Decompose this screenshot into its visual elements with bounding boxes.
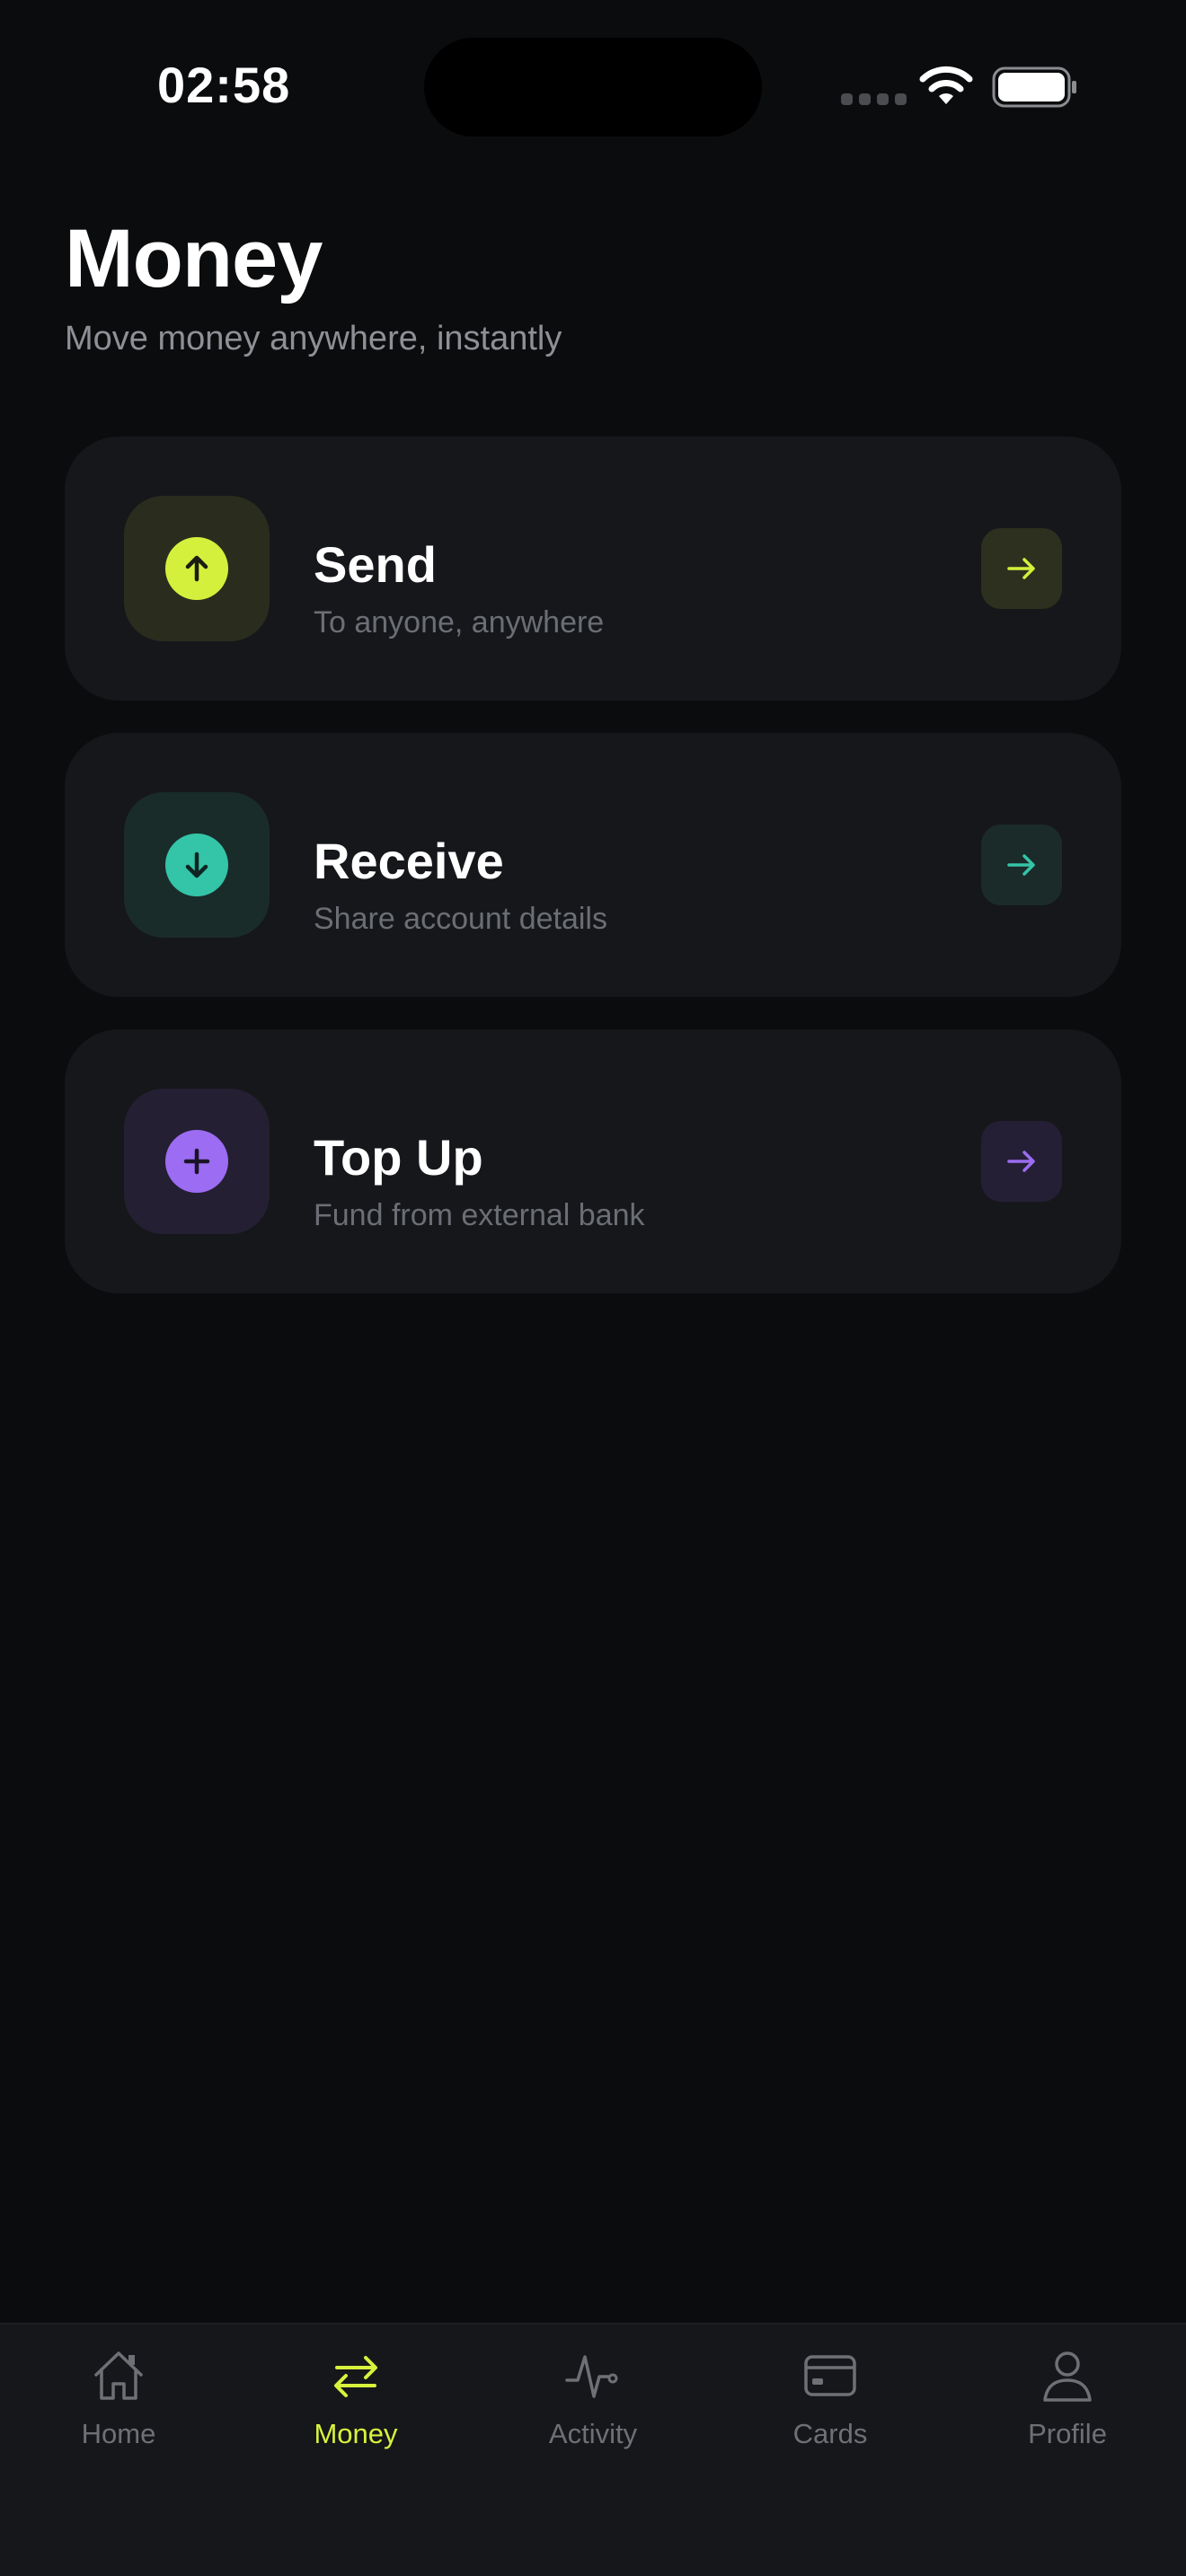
- arrow-right-icon: [1007, 854, 1035, 876]
- send-card[interactable]: Send To anyone, anywhere: [65, 437, 1121, 701]
- receive-go-button[interactable]: [981, 825, 1062, 905]
- receive-icon-tile: [124, 792, 270, 938]
- battery-icon: [992, 66, 1076, 108]
- arrow-down-icon: [165, 834, 228, 896]
- tab-activity-label: Activity: [548, 2418, 638, 2449]
- send-description: To anyone, anywhere: [314, 605, 605, 640]
- tab-home[interactable]: Home: [0, 2325, 237, 2486]
- topup-label: Top Up: [314, 1129, 483, 1186]
- dynamic-island: [424, 38, 762, 137]
- page-title: Money: [65, 213, 323, 304]
- page-subtitle: Move money anywhere, instantly: [65, 320, 562, 357]
- receive-card[interactable]: Receive Share account details: [65, 733, 1121, 997]
- send-icon-tile: [124, 496, 270, 641]
- send-label: Send: [314, 536, 437, 593]
- wifi-icon: [919, 66, 973, 104]
- tab-money-label: Money: [314, 2418, 398, 2449]
- send-go-button[interactable]: [981, 528, 1062, 609]
- topup-description: Fund from external bank: [314, 1198, 645, 1232]
- arrow-right-icon: [1007, 558, 1035, 579]
- tab-cards-label: Cards: [792, 2418, 868, 2449]
- receive-label: Receive: [314, 833, 504, 889]
- arrow-up-icon: [165, 537, 228, 600]
- arrow-right-icon: [1007, 1151, 1035, 1172]
- topup-icon-tile: [124, 1089, 270, 1234]
- home-icon: [94, 2351, 143, 2400]
- receive-description: Share account details: [314, 902, 607, 936]
- tab-profile-label: Profile: [1028, 2418, 1107, 2449]
- topup-go-button[interactable]: [981, 1121, 1062, 1202]
- tab-money[interactable]: Money: [237, 2325, 474, 2486]
- transfer-icon: [334, 2356, 377, 2397]
- card-icon: [804, 2355, 856, 2396]
- activity-icon: [565, 2355, 618, 2398]
- money-screen: 02:58 Money Move money anywhere, instant…: [0, 0, 1186, 2576]
- status-time: 02:58: [157, 57, 291, 113]
- cellular-signal-icon: [841, 93, 907, 105]
- tab-cards[interactable]: Cards: [712, 2325, 949, 2486]
- tab-home-label: Home: [81, 2418, 156, 2449]
- tab-bar: Home Money Activity Cards Profile: [0, 2323, 1186, 2576]
- topup-card[interactable]: Top Up Fund from external bank: [65, 1029, 1121, 1293]
- tab-profile[interactable]: Profile: [949, 2325, 1186, 2486]
- plus-icon: [165, 1130, 228, 1193]
- profile-icon: [1043, 2351, 1092, 2402]
- tab-activity[interactable]: Activity: [474, 2325, 712, 2486]
